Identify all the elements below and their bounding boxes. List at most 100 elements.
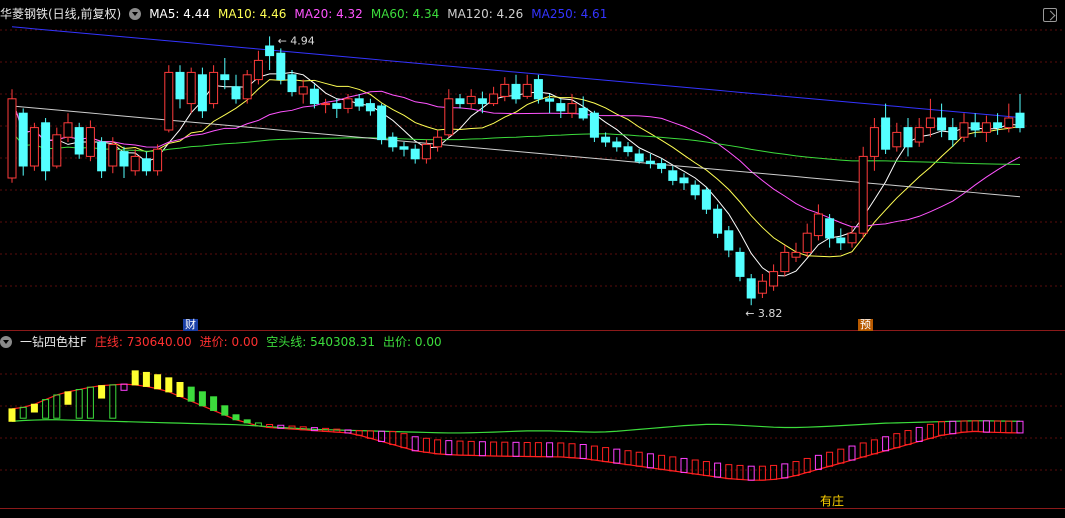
candle-body[interactable] xyxy=(500,83,510,97)
candle-body[interactable] xyxy=(757,280,767,294)
candle-body[interactable] xyxy=(276,52,286,81)
candle-body[interactable] xyxy=(410,148,420,160)
candle-body[interactable] xyxy=(365,103,375,112)
candle-body[interactable] xyxy=(455,98,465,105)
candle-body[interactable] xyxy=(668,170,678,181)
candle-body[interactable] xyxy=(209,71,219,105)
stock-title[interactable]: 华菱钢铁(日线,前复权) xyxy=(0,7,121,21)
candle-body[interactable] xyxy=(388,136,398,148)
candle-body[interactable] xyxy=(1004,117,1014,129)
candle-body[interactable] xyxy=(780,251,790,273)
candle-body[interactable] xyxy=(309,88,319,105)
expand-icon[interactable] xyxy=(1043,8,1057,22)
candle-body[interactable] xyxy=(623,146,633,153)
candle-body[interactable] xyxy=(7,98,17,179)
candle-body[interactable] xyxy=(97,141,107,172)
candle-body[interactable] xyxy=(242,74,252,100)
candle-body[interactable] xyxy=(769,271,779,287)
candle-body[interactable] xyxy=(220,74,230,81)
candle-body[interactable] xyxy=(175,71,185,100)
candle-body[interactable] xyxy=(197,74,207,112)
candle-body[interactable] xyxy=(970,122,980,131)
candle-body[interactable] xyxy=(377,105,387,141)
candle-body[interactable] xyxy=(869,127,879,157)
candle-body[interactable] xyxy=(735,251,745,277)
candle-body[interactable] xyxy=(634,153,644,162)
forecast-tag[interactable]: 预 xyxy=(858,319,873,331)
candle-body[interactable] xyxy=(993,122,1003,129)
candle-body[interactable] xyxy=(399,146,409,150)
candle-body[interactable] xyxy=(153,148,163,172)
candle-body[interactable] xyxy=(186,71,196,105)
stock-chart-canvas[interactable]: ← 4.94 ← 3.82 xyxy=(0,0,1065,518)
candle-body[interactable] xyxy=(1015,112,1025,129)
candle-body[interactable] xyxy=(164,71,174,131)
candle-body[interactable] xyxy=(813,213,823,237)
dropdown-chevron-icon[interactable] xyxy=(129,8,142,20)
candle-body[interactable] xyxy=(511,83,521,100)
indicator-name[interactable]: 一钻四色柱F xyxy=(20,335,87,349)
candle-body[interactable] xyxy=(332,103,342,109)
candle-body[interactable] xyxy=(601,136,611,143)
candle-body[interactable] xyxy=(679,177,689,184)
candle-body[interactable] xyxy=(489,93,499,105)
candle-body[interactable] xyxy=(746,278,756,299)
candle-body[interactable] xyxy=(477,98,487,105)
candle-body[interactable] xyxy=(903,127,913,148)
candle-body[interactable] xyxy=(914,127,924,143)
candlestick-series[interactable] xyxy=(7,36,1025,306)
candle-body[interactable] xyxy=(108,143,118,167)
candle-body[interactable] xyxy=(321,103,331,106)
financial-report-tag[interactable]: 财 xyxy=(183,319,198,331)
candle-body[interactable] xyxy=(937,117,947,131)
candle-body[interactable] xyxy=(612,141,622,148)
candle-body[interactable] xyxy=(52,134,62,167)
candle-body[interactable] xyxy=(533,79,543,100)
candle-body[interactable] xyxy=(141,158,151,172)
candle-body[interactable] xyxy=(85,127,95,157)
candle-body[interactable] xyxy=(701,189,711,210)
candle-body[interactable] xyxy=(802,232,812,253)
candle-body[interactable] xyxy=(589,112,599,138)
candle-body[interactable] xyxy=(253,59,263,81)
candle-body[interactable] xyxy=(567,103,577,114)
candle-body[interactable] xyxy=(690,184,700,196)
candle-body[interactable] xyxy=(881,117,891,150)
candle-body[interactable] xyxy=(556,103,566,112)
candle-body[interactable] xyxy=(657,163,667,169)
candle-body[interactable] xyxy=(265,45,275,57)
candle-body[interactable] xyxy=(959,122,969,138)
candle-body[interactable] xyxy=(298,86,308,95)
candle-body[interactable] xyxy=(981,122,991,133)
candle-body[interactable] xyxy=(444,98,454,136)
candle-body[interactable] xyxy=(466,95,476,105)
candle-body[interactable] xyxy=(545,98,555,102)
candle-body[interactable] xyxy=(231,86,241,100)
candle-body[interactable] xyxy=(433,136,443,148)
candle-body[interactable] xyxy=(825,218,835,239)
candle-body[interactable] xyxy=(63,122,73,138)
candle-body[interactable] xyxy=(847,232,857,244)
candle-body[interactable] xyxy=(948,127,958,141)
candle-body[interactable] xyxy=(41,122,51,172)
candle-body[interactable] xyxy=(791,251,801,258)
candle-body[interactable] xyxy=(858,155,868,234)
candle-body[interactable] xyxy=(836,237,846,244)
candle-body[interactable] xyxy=(29,127,39,167)
candle-body[interactable] xyxy=(119,151,129,167)
candle-body[interactable] xyxy=(522,83,532,97)
candle-body[interactable] xyxy=(354,98,364,107)
candle-body[interactable] xyxy=(925,117,935,129)
candle-body[interactable] xyxy=(421,143,431,160)
candle-body[interactable] xyxy=(343,98,353,109)
candle-body[interactable] xyxy=(578,107,588,119)
candle-body[interactable] xyxy=(645,160,655,165)
candle-body[interactable] xyxy=(713,208,723,234)
candle-body[interactable] xyxy=(287,74,297,93)
candle-body[interactable] xyxy=(74,127,84,155)
candle-body[interactable] xyxy=(130,155,140,172)
dropdown-chevron-icon[interactable] xyxy=(0,336,12,348)
candle-body[interactable] xyxy=(724,230,734,251)
candle-body[interactable] xyxy=(892,131,902,148)
candle-body[interactable] xyxy=(18,112,28,167)
